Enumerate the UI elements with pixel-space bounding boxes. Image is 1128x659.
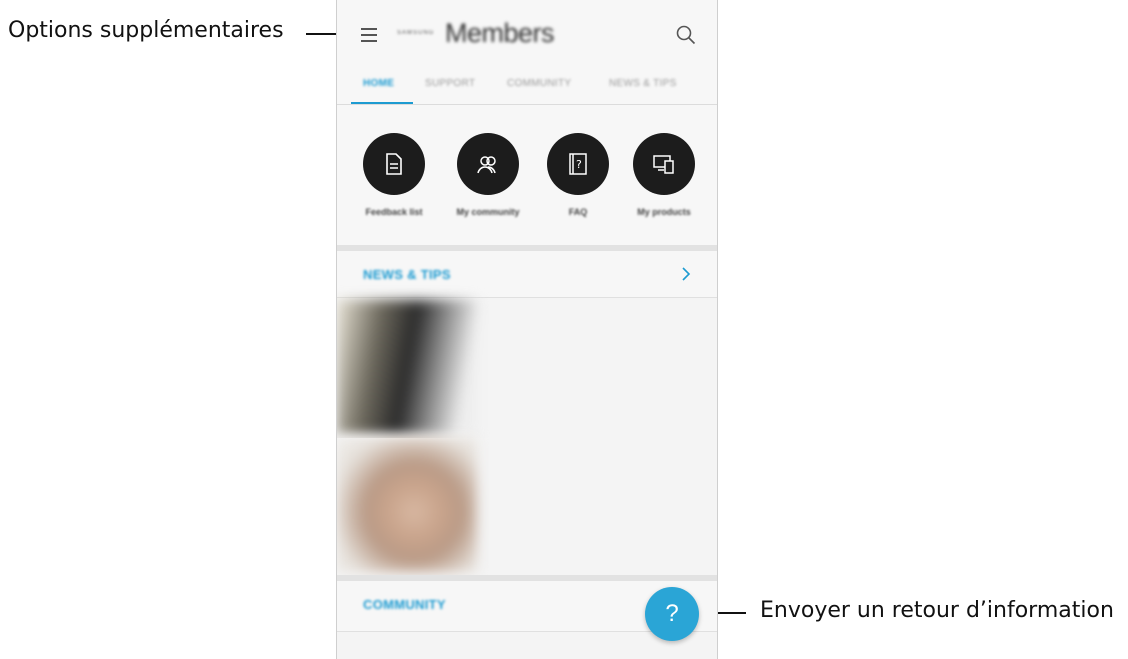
tab-active-indicator [351, 102, 413, 104]
news-card[interactable] [337, 438, 717, 572]
section-title: NEWS & TIPS [363, 267, 451, 282]
callout-feedback: Envoyer un retour d’information [760, 598, 1114, 623]
people-icon [477, 156, 496, 174]
menu-icon[interactable] [361, 28, 377, 42]
question-icon: ? [665, 600, 679, 627]
app-title: Members [445, 18, 555, 48]
shortcut-label: FAQ [568, 207, 588, 217]
devices-icon [653, 155, 674, 174]
chevron-right-icon[interactable] [677, 265, 695, 283]
news-thumbnail [337, 438, 477, 572]
news-thumbnail [337, 300, 477, 434]
shortcut-feedback-list[interactable]: Feedback list [349, 133, 439, 217]
document-icon [386, 153, 402, 175]
question-book-icon: ? [569, 153, 587, 175]
app-bar: SAMSUNG Members [337, 0, 717, 70]
phone-screen: SAMSUNG Members HOME SUPPORT COMMUNITY N… [336, 0, 718, 659]
svg-text:?: ? [576, 158, 582, 171]
callout-options: Options supplémentaires [8, 18, 284, 43]
shortcut-label: Feedback list [365, 207, 423, 217]
shortcut-label: My products [637, 207, 691, 217]
tab-community[interactable]: COMMUNITY [507, 78, 571, 89]
section-title: COMMUNITY [363, 597, 446, 612]
brand-prefix: SAMSUNG [397, 30, 435, 36]
feedback-fab[interactable]: ? [645, 587, 699, 641]
shortcut-grid: Feedback list My community ? FAQ My prod… [337, 105, 717, 251]
news-card[interactable] [337, 300, 717, 434]
news-tips-header[interactable]: NEWS & TIPS [337, 251, 717, 298]
tab-home[interactable]: HOME [363, 78, 394, 89]
shortcut-my-community[interactable]: My community [443, 133, 533, 217]
tab-bar: HOME SUPPORT COMMUNITY NEWS & TIPS [337, 70, 717, 105]
tab-support[interactable]: SUPPORT [425, 78, 475, 89]
tab-news-tips[interactable]: NEWS & TIPS [609, 78, 677, 89]
shortcut-faq[interactable]: ? FAQ [533, 133, 623, 217]
shortcut-label: My community [456, 207, 520, 217]
shortcut-my-products[interactable]: My products [619, 133, 709, 217]
search-icon[interactable] [675, 24, 697, 46]
